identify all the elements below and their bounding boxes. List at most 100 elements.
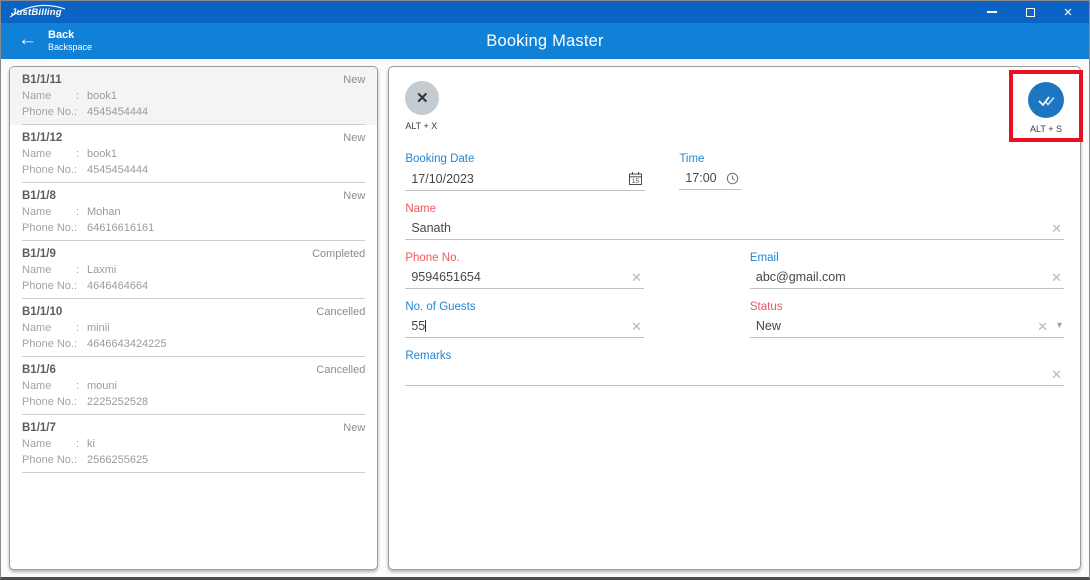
booking-name: Laxmi [87,264,117,276]
booking-date-input[interactable]: 17/10/2023 15 [405,169,646,191]
cancel-button[interactable]: ✕ [405,81,440,115]
booking-name: book1 [87,90,117,102]
email-value: abc@gmail.com [755,270,846,284]
content-area: B1/1/11 New Name: book1 Phone No.: 4545454… [1,59,1089,577]
back-button[interactable]: ← Back Backspace [1,29,92,53]
name-value: Sanath [411,221,451,235]
name-label: Name [22,148,52,160]
booking-phone: 4646643424225 [87,338,167,350]
remarks-label: Remarks [405,350,452,362]
booking-phone: 2566255625 [87,454,149,466]
booking-list-panel: B1/1/11 New Name: book1 Phone No.: 4545454… [9,66,379,570]
booking-date-label: Booking Date [405,153,475,165]
calendar-icon[interactable]: 15 [628,171,643,186]
booking-name: mouni [87,380,117,392]
status-select[interactable]: New ✕ ▾ [749,317,1064,338]
booking-status: New [343,190,366,202]
guests-input[interactable]: 55 ✕ [405,317,644,338]
back-arrow-icon: ← [18,29,37,51]
booking-phone: 4646464664 [87,280,149,292]
booking-phone: 2225252528 [87,396,149,408]
clear-email-icon[interactable]: ✕ [1051,271,1062,284]
clear-remarks-icon[interactable]: ✕ [1051,368,1062,381]
minimize-button[interactable] [985,5,999,19]
booking-name: ki [87,438,95,450]
time-value: 17:00 [685,171,717,185]
justbilling-logo: JustBilling [9,4,66,18]
close-icon: ✕ [416,90,429,107]
booking-list-item[interactable]: B1/1/8 New Name: Mohan Phone No.: 64616616… [10,183,377,241]
booking-list-item[interactable]: B1/1/12 New Name: book1 Phone No.: 4545454… [10,125,377,183]
booking-id: B1/1/10 [22,306,63,318]
booking-id: B1/1/9 [22,248,56,260]
name-label: Name [22,380,52,392]
list-separator [22,472,366,473]
text-caret [425,320,427,332]
window-controls: ✕ [985,5,1075,19]
time-input[interactable]: 17:00 [679,169,742,190]
remarks-input[interactable]: ✕ [405,366,1064,386]
phone-label: Phone No.: [22,396,78,408]
phone-label: Phone No.: [22,222,78,234]
booking-list-item[interactable]: B1/1/9 Completed Name: Laxmi Phone No.: 46… [10,241,377,299]
booking-date-value: 17/10/2023 [411,171,474,186]
annotation-highlight-box: ALT + S [1009,70,1083,142]
guests-value: 55 [411,319,426,333]
phone-value: 9594651654 [411,270,481,284]
clock-icon[interactable] [726,172,739,185]
booking-phone: 4545454444 [87,106,149,118]
cancel-shortcut-label: ALT + X [405,121,438,131]
maximize-icon [1025,7,1035,17]
close-button[interactable]: ✕ [1061,5,1075,19]
clear-name-icon[interactable]: ✕ [1051,222,1062,235]
phone-label: Phone No.: [22,164,78,176]
booking-name: minii [87,322,110,334]
booking-phone: 4545454444 [87,164,149,176]
page-title: Booking Master [486,31,604,50]
app-name: JustBilling [11,6,62,18]
status-value: New [755,319,781,333]
double-check-icon [1037,95,1055,106]
save-shortcut-label: ALT + S [1030,124,1062,134]
booking-phone: 64616616161 [87,222,155,234]
app-window: JustBilling ✕ Booking Master ← Back Back… [0,0,1090,580]
booking-list-item[interactable]: B1/1/10 Cancelled Name: minii Phone No.: 4… [10,299,377,357]
phone-label: Phone No.: [22,338,78,350]
save-button[interactable] [1028,82,1064,118]
status-label: Status [749,301,783,313]
booking-status: New [343,422,366,434]
booking-list-item[interactable]: B1/1/7 New Name: ki Phone No.: 2566255625 [10,415,377,473]
phone-label: Phone No.: [22,280,78,292]
clear-status-icon[interactable]: ✕ [1037,320,1048,333]
booking-status: New [343,74,366,86]
booking-id: B1/1/8 [22,190,56,202]
booking-status: Cancelled [316,364,366,376]
booking-list-item[interactable]: B1/1/6 Cancelled Name: mouni Phone No.: 22… [10,357,377,415]
svg-text:15: 15 [632,178,640,185]
guests-label: No. of Guests [405,301,476,313]
phone-input[interactable]: 9594651654 ✕ [405,268,644,289]
booking-id: B1/1/6 [22,364,56,376]
phone-label: Phone No.: [22,454,78,466]
titlebar: JustBilling ✕ [1,1,1089,23]
email-input[interactable]: abc@gmail.com ✕ [749,268,1064,289]
booking-list-item[interactable]: B1/1/11 New Name: book1 Phone No.: 4545454… [10,67,378,125]
page-header: Booking Master ← Back Backspace [1,23,1089,59]
name-label: Name [22,438,52,450]
chevron-down-icon[interactable]: ▾ [1057,321,1062,331]
name-label: Name [22,322,52,334]
clear-guests-icon[interactable]: ✕ [631,320,642,333]
name-label: Name [22,264,52,276]
phone-label: Phone No.: [22,106,78,118]
name-input[interactable]: Sanath ✕ [405,219,1064,240]
booking-id: B1/1/11 [22,74,62,86]
time-label: Time [679,153,705,165]
back-label: Back [48,29,75,41]
email-label: Email [749,252,779,264]
booking-form-panel: ✕ ALT + X ALT + S Booking Date 17/10/202… [388,66,1083,570]
minimize-icon [987,11,997,13]
maximize-button[interactable] [1023,5,1037,19]
clear-phone-icon[interactable]: ✕ [631,271,642,284]
phone-label: Phone No. [405,252,460,264]
booking-id: B1/1/7 [22,422,56,434]
